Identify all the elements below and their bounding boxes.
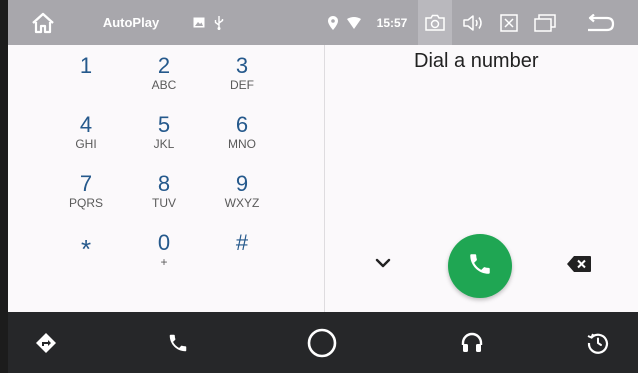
home-circle-icon[interactable] xyxy=(292,312,352,373)
recent-icon[interactable] xyxy=(568,312,628,373)
key-4[interactable]: 4 GHI xyxy=(51,112,121,170)
key-letters: WXYZ xyxy=(224,196,260,210)
panel-divider xyxy=(324,45,325,312)
bottom-nav xyxy=(8,312,638,373)
headphones-icon[interactable] xyxy=(442,312,502,373)
backspace-icon[interactable] xyxy=(564,252,594,276)
key-5[interactable]: 5 JKL xyxy=(129,112,199,170)
home-icon[interactable] xyxy=(26,0,60,45)
key-8[interactable]: 8 TUV xyxy=(129,171,199,229)
app-frame: AutoPlay 15:57 1 2 ABC 3 DEF 4 GHI 5 JKL… xyxy=(8,0,638,373)
key-digit: 0 xyxy=(157,230,171,255)
key-9[interactable]: 9 WXYZ xyxy=(207,171,277,229)
window-icon[interactable] xyxy=(530,0,560,45)
key-digit: # xyxy=(235,230,249,255)
key-7[interactable]: 7 PQRS xyxy=(51,171,121,229)
key-1[interactable]: 1 xyxy=(51,53,121,111)
key-letters: DEF xyxy=(230,78,254,92)
dial-title: Dial a number xyxy=(414,50,539,72)
key-digit: 7 xyxy=(79,171,93,196)
key-digit: 6 xyxy=(235,112,249,137)
image-icon xyxy=(191,0,207,45)
key-letters: PQRS xyxy=(68,196,103,210)
key-digit: 4 xyxy=(79,112,93,137)
key-hash[interactable]: # xyxy=(207,230,277,288)
close-box-icon[interactable] xyxy=(494,0,524,45)
key-digit: 5 xyxy=(157,112,171,137)
key-letters: JKL xyxy=(153,137,175,151)
clock: 15:57 xyxy=(376,15,408,30)
key-letters: ABC xyxy=(151,78,177,92)
location-icon xyxy=(326,0,340,45)
key-3[interactable]: 3 DEF xyxy=(207,53,277,111)
call-button[interactable] xyxy=(448,234,512,298)
key-letters: TUV xyxy=(152,196,176,210)
key-0[interactable]: 0 + xyxy=(129,230,199,288)
key-digit: 9 xyxy=(235,171,249,196)
keypad: 1 2 ABC 3 DEF 4 GHI 5 JKL 6 MNO 7 PQRS 8 TUV 9W… xyxy=(8,45,324,312)
key-star[interactable]: * xyxy=(51,230,121,288)
phone-icon[interactable] xyxy=(148,312,208,373)
key-digit: 1 xyxy=(79,53,93,78)
wifi-icon xyxy=(345,0,363,45)
back-icon[interactable] xyxy=(580,0,620,45)
navigation-icon[interactable] xyxy=(16,312,76,373)
key-letters: GHI xyxy=(75,137,97,151)
usb-icon xyxy=(212,0,226,45)
chevron-down-icon[interactable] xyxy=(370,250,396,276)
key-letters: MNO xyxy=(228,137,256,151)
key-6[interactable]: 6 MNO xyxy=(207,112,277,170)
key-2[interactable]: 2 ABC xyxy=(129,53,199,111)
key-digit: 2 xyxy=(157,53,171,78)
key-digit: 3 xyxy=(235,53,249,78)
status-bar: AutoPlay 15:57 xyxy=(8,0,638,45)
app-title: AutoPlay xyxy=(102,15,160,30)
phone-icon xyxy=(467,251,493,282)
camera-icon[interactable] xyxy=(418,0,452,45)
key-digit: 8 xyxy=(157,171,171,196)
key-letters: + xyxy=(160,255,168,269)
key-digit: * xyxy=(80,234,92,264)
volume-icon[interactable] xyxy=(458,0,488,45)
